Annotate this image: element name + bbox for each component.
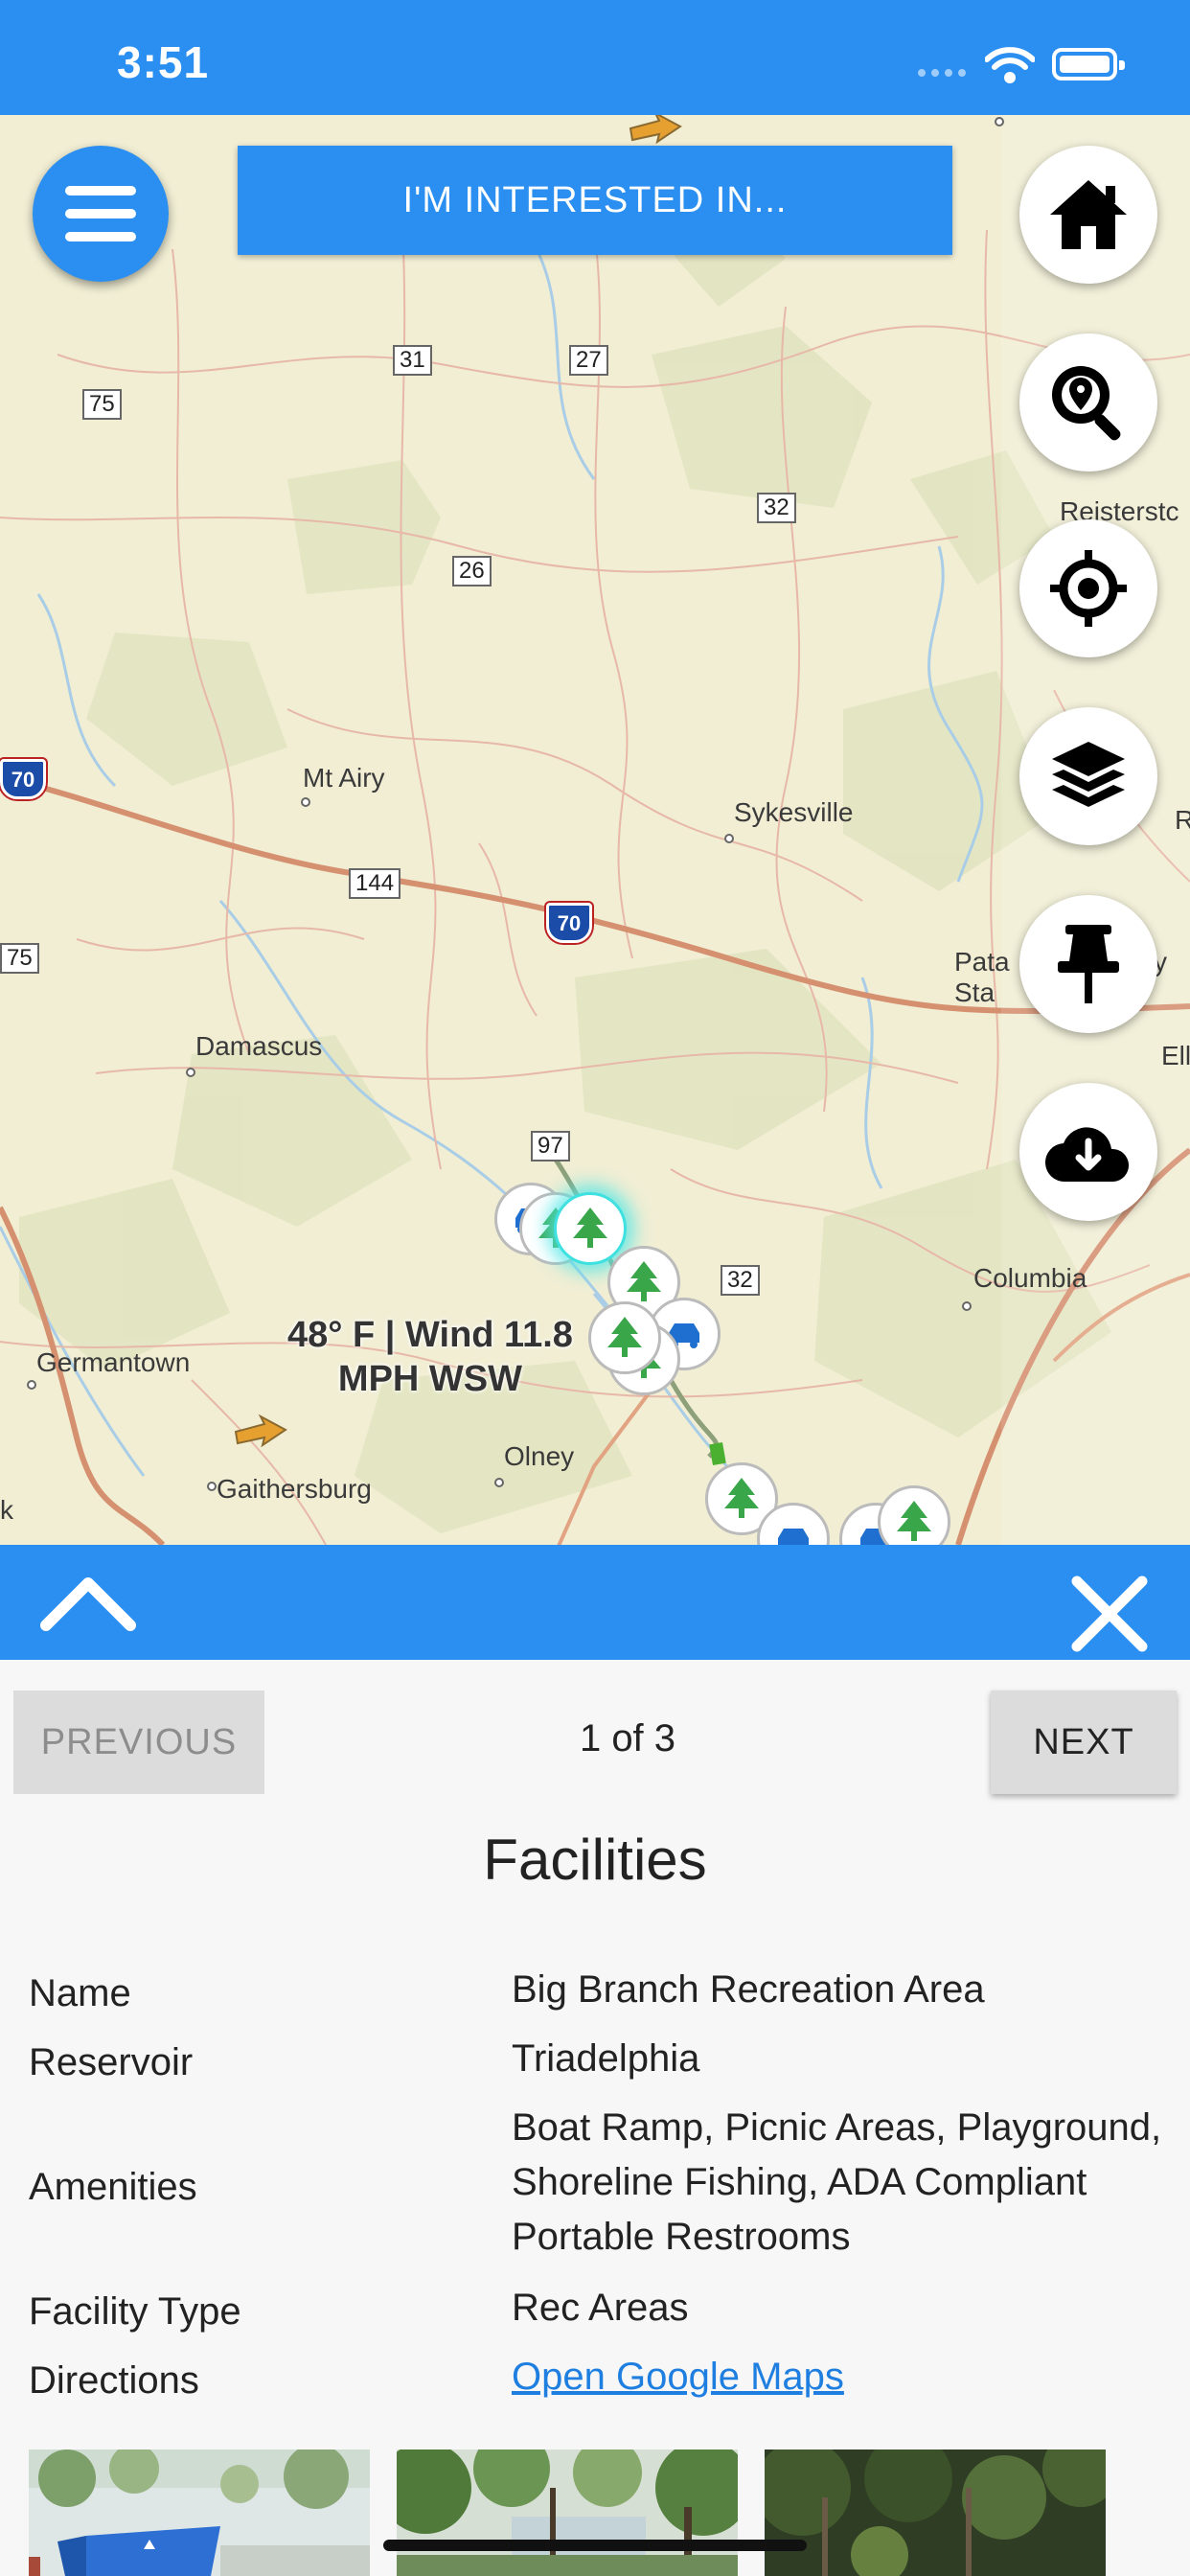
previous-button[interactable]: PREVIOUS: [13, 1690, 264, 1794]
weather-line-2: MPH WSW: [337, 1359, 522, 1399]
cellular-signal-icon: [918, 69, 966, 77]
route-shield: 75: [82, 389, 122, 420]
rec-area-marker[interactable]: [588, 1301, 661, 1374]
battery-icon: [1052, 48, 1125, 80]
route-shield: 32: [721, 1265, 760, 1296]
amenities-value: Boat Ramp, Picnic Areas, Playground, Sho…: [512, 2106, 1162, 2258]
tree-icon: [607, 1317, 642, 1357]
search-location-button[interactable]: [1019, 334, 1157, 472]
selected-rec-area-marker[interactable]: [554, 1192, 627, 1265]
name-label: Name: [29, 1972, 131, 2014]
interstate-shield: 70: [0, 759, 46, 799]
next-button[interactable]: NEXT: [991, 1690, 1177, 1794]
facility-photo[interactable]: [29, 2450, 370, 2576]
place-dot: [962, 1301, 972, 1311]
place-label-columbia: Columbia: [973, 1263, 1087, 1293]
chevron-up-icon[interactable]: [38, 1568, 138, 1637]
weather-line-1: 48° F | Wind 11.8: [287, 1315, 573, 1355]
interested-in-button[interactable]: I'M INTERESTED IN...: [238, 146, 952, 255]
panel-title: Facilities: [483, 1828, 707, 1892]
menu-button[interactable]: [33, 146, 169, 282]
facility-photo[interactable]: [397, 2450, 738, 2576]
place-dot: [186, 1068, 195, 1077]
place-dot: [995, 117, 1004, 126]
directions-label: Directions: [29, 2359, 199, 2402]
place-label-germantown: Germantown: [36, 1347, 191, 1377]
offline-download-button[interactable]: [1019, 1083, 1157, 1221]
place-dot: [494, 1478, 504, 1487]
pushpin-icon: [1058, 925, 1119, 1003]
route-shield: 31: [393, 345, 432, 376]
place-dot: [207, 1482, 217, 1491]
map-view[interactable]: Reisterstc Mt Airy Sykesville R Pata Sta…: [0, 115, 1190, 1545]
photo-image: [765, 2450, 1106, 2576]
close-icon[interactable]: [1069, 1574, 1150, 1654]
place-label-mt-airy: Mt Airy: [303, 763, 385, 793]
tree-icon: [627, 1261, 661, 1301]
wifi-icon: [985, 47, 1035, 83]
photo-image: [29, 2450, 370, 2576]
app-root: 3:51 Reisterstc Mt Airy Sykesville R Pat…: [0, 0, 1190, 2576]
route-shield: 26: [452, 556, 492, 586]
route-shield: 32: [757, 493, 796, 523]
search-location-icon: [1052, 366, 1121, 441]
route-shield: 97: [531, 1131, 570, 1162]
home-icon: [1050, 180, 1127, 249]
cloud-download-icon: [1044, 1127, 1130, 1183]
panel-header-bar: [0, 1545, 1190, 1660]
tree-icon: [724, 1478, 759, 1518]
pager-indicator: 1 of 3: [579, 1717, 676, 1760]
car-icon: [778, 1529, 809, 1545]
name-value: Big Branch Recreation Area: [512, 1968, 985, 2011]
place-dot: [301, 797, 310, 807]
weather-label: 48° F | Wind 11.8 MPH WSW: [287, 1313, 573, 1401]
status-time: 3:51: [117, 37, 210, 87]
open-google-maps-link[interactable]: Open Google Maps: [512, 2350, 844, 2404]
layers-button[interactable]: [1019, 707, 1157, 845]
place-dot: [27, 1380, 36, 1390]
locate-icon: [1050, 550, 1127, 627]
facility-type-label: Facility Type: [29, 2290, 241, 2333]
reservoir-label: Reservoir: [29, 2041, 194, 2083]
place-label-gaithersburg: Gaithersburg: [217, 1474, 372, 1504]
photo-image: [397, 2450, 738, 2576]
route-shield: 27: [569, 345, 608, 376]
place-label-patapsco: Pata Sta: [954, 947, 1010, 1007]
status-bar: 3:51: [0, 0, 1190, 115]
tree-icon: [897, 1501, 931, 1541]
route-shield: 144: [349, 868, 401, 899]
facility-photo[interactable]: [765, 2450, 1106, 2576]
amenities-label: Amenities: [29, 2166, 197, 2208]
tree-icon: [573, 1208, 607, 1248]
home-indicator: [383, 2540, 807, 2551]
place-label-edge-k: k: [0, 1495, 13, 1525]
place-label-ellic: Ellic: [1161, 1041, 1190, 1070]
interstate-shield: 70: [546, 903, 592, 943]
place-label-sykesville: Sykesville: [734, 797, 854, 827]
place-dot: [724, 834, 734, 843]
facility-type-value: Rec Areas: [512, 2287, 689, 2329]
home-button[interactable]: [1019, 146, 1157, 284]
locate-me-button[interactable]: [1019, 519, 1157, 657]
reservoir-value: Triadelphia: [512, 2037, 700, 2080]
layers-icon: [1052, 742, 1125, 807]
place-label-damascus: Damascus: [195, 1031, 323, 1061]
place-label-olney: Olney: [504, 1441, 575, 1471]
route-shield: 75: [0, 943, 39, 974]
place-label-edge-r: R: [1175, 805, 1190, 835]
pin-button[interactable]: [1019, 895, 1157, 1033]
